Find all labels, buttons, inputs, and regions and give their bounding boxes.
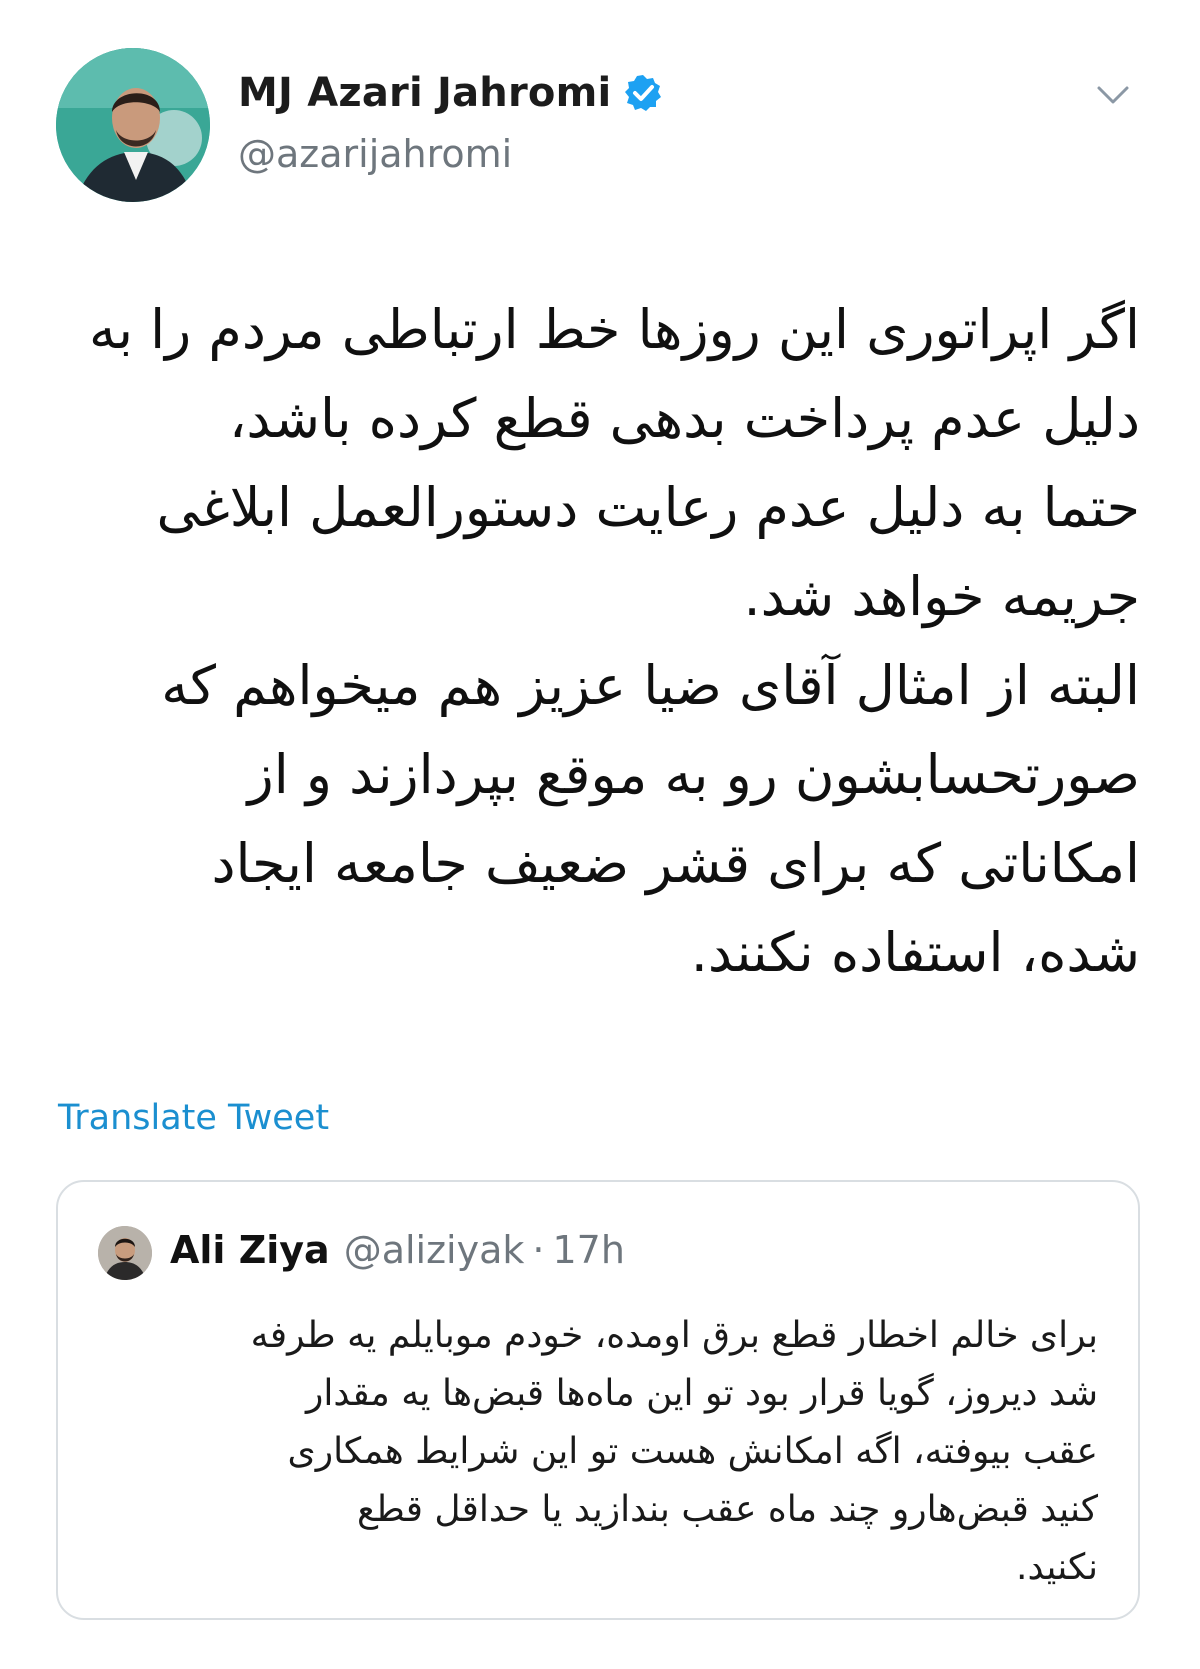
- quoted-header: Ali Ziya @aliziyak · 17h: [170, 1228, 625, 1272]
- author-avatar-image: [56, 48, 210, 202]
- author-avatar[interactable]: [56, 48, 210, 202]
- quoted-separator: ·: [532, 1228, 545, 1272]
- author-handle[interactable]: @azarijahromi: [238, 132, 512, 176]
- translate-tweet-link[interactable]: Translate Tweet: [58, 1098, 329, 1138]
- quoted-tweet[interactable]: Ali Ziya @aliziyak · 17h برای خالم اخطار…: [56, 1180, 1140, 1620]
- quoted-display-name[interactable]: Ali Ziya: [170, 1228, 330, 1272]
- quoted-handle[interactable]: @aliziyak: [344, 1228, 525, 1272]
- tweet-text: اگر اپراتوری این روزها خط ارتباطی مردم ر…: [89, 298, 1140, 984]
- chevron-down-icon[interactable]: [1096, 84, 1130, 106]
- verified-badge-icon: [625, 75, 662, 111]
- author-display-name[interactable]: MJ Azari Jahromi: [238, 70, 611, 116]
- quoted-timestamp[interactable]: 17h: [552, 1228, 624, 1272]
- author-name-row: MJ Azari Jahromi: [238, 70, 663, 116]
- quoted-author-avatar-image: [98, 1226, 152, 1280]
- quoted-author-avatar[interactable]: [98, 1226, 152, 1280]
- tweet-card: MJ Azari Jahromi @azarijahromi اگر اپرات…: [0, 0, 1200, 1669]
- quoted-text: برای خالم اخطار قطع برق اومده، خودم موبا…: [250, 1315, 1098, 1588]
